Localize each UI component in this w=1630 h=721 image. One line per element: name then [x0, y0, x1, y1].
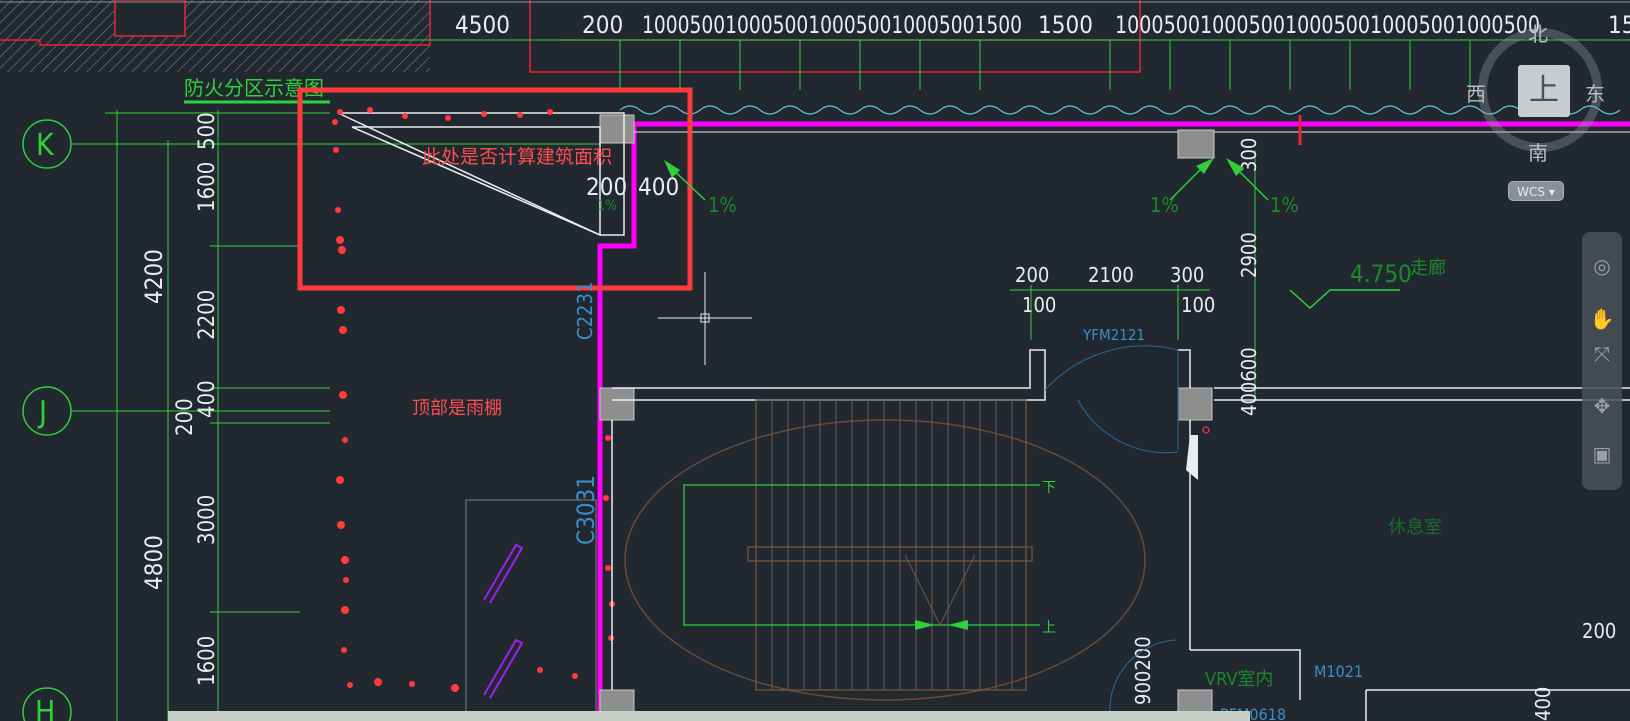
orbit-icon[interactable]: ✥	[1588, 392, 1616, 420]
slope-label-3: 1%	[1270, 193, 1299, 217]
dim-top-4500: 4500	[455, 11, 510, 39]
hatched-slab	[0, 0, 430, 72]
viewcube-east[interactable]: 东	[1585, 78, 1605, 107]
dim-200-b: 200	[1582, 619, 1616, 643]
showmotion-icon[interactable]: ▣	[1588, 440, 1616, 468]
dim-100-b: 100	[1181, 293, 1215, 317]
door-m1021: M1021	[1314, 662, 1363, 681]
left-dim-texts-outer: 4200 4800	[140, 249, 168, 590]
stair-down-label: 下	[1042, 480, 1056, 496]
axis-bubble-j	[22, 386, 72, 436]
canopy-outline	[337, 112, 625, 236]
dim-top-chain-1: 10005001000500100050010005001500	[642, 11, 1022, 39]
stair-up-label: 上	[1042, 620, 1056, 636]
dim-2100: 2100	[1088, 263, 1134, 287]
hatched-block	[114, 0, 186, 37]
svg-text:500: 500	[195, 112, 220, 150]
slope-label-1: 1%	[708, 193, 737, 217]
chevron-down-icon: ▾	[1548, 185, 1555, 199]
annotation-canopy: 顶部是雨棚	[412, 398, 502, 419]
dim-400-local: 400	[638, 173, 679, 201]
svg-text:4200: 4200	[140, 249, 168, 304]
svg-text:400: 400	[195, 380, 220, 418]
window-c2231: C2231	[573, 282, 597, 340]
svg-text:3000: 3000	[195, 495, 220, 545]
dim-300-a: 300	[1170, 263, 1204, 287]
canopy-inner	[351, 126, 601, 237]
dim-top-200: 200	[582, 11, 623, 39]
svg-text:1600: 1600	[195, 162, 220, 212]
viewcube-top-face[interactable]: 上	[1518, 65, 1570, 117]
axis-label-k: K	[36, 128, 55, 163]
dim-400-b: 400	[1531, 687, 1555, 721]
elevation-value: 4.750	[1350, 260, 1412, 288]
dim-2900: 2900	[1237, 232, 1261, 278]
door-swing-1	[1044, 345, 1179, 391]
axis-label-j: J	[37, 395, 47, 430]
left-dim-texts-inner: 500 1600 2200 400 200 3000 1600	[173, 112, 220, 686]
slope-label-4: 1%	[597, 198, 617, 214]
steering-wheel-icon[interactable]: ◎	[1588, 252, 1616, 280]
wcs-dropdown[interactable]: WCS ▾	[1508, 181, 1564, 201]
fire-compartment-boundary	[597, 121, 1630, 721]
dim-200-a: 200	[1015, 263, 1049, 287]
dim-100-a: 100	[1022, 293, 1056, 317]
dim-top-15: 15	[1608, 11, 1630, 39]
slope-label-2: 1%	[1150, 193, 1179, 217]
cad-drawing-canvas[interactable]: 4500 200 1000500100050010005001000500150…	[0, 0, 1630, 721]
dim-200-local: 200	[586, 173, 627, 201]
fire-hydrant-symbol	[1186, 435, 1198, 480]
room-corridor: 走廊	[1410, 258, 1446, 279]
wcs-label: WCS	[1517, 185, 1545, 199]
dim-top-1500: 1500	[1038, 11, 1093, 39]
canopy-wave-line	[619, 105, 1621, 115]
room-rest: 休息室	[1388, 517, 1442, 538]
zoom-extents-icon[interactable]: ⤧	[1588, 340, 1616, 368]
svg-text:4800: 4800	[140, 535, 168, 590]
svg-text:2200: 2200	[195, 290, 220, 340]
annotation-question: 此处是否计算建筑面积	[422, 146, 612, 168]
axis-label-h: H	[35, 695, 55, 721]
viewcube-north[interactable]: 北	[1528, 18, 1548, 47]
walls	[611, 349, 1630, 721]
equipment-vrv: VRV室内	[1205, 669, 1273, 690]
window-c3031: C3031	[572, 475, 600, 545]
small-red-circle	[1202, 426, 1210, 434]
dim-900200: 900200	[1131, 636, 1155, 705]
dim-400600: 400600	[1237, 347, 1261, 416]
pan-icon[interactable]: ✋	[1588, 305, 1616, 333]
svg-text:1600: 1600	[195, 636, 220, 686]
green-ticks-top	[619, 40, 1471, 90]
viewcube-west[interactable]: 西	[1466, 78, 1486, 107]
command-line-strip[interactable]	[168, 711, 1250, 721]
door-yfm2121: YFM2121	[1082, 326, 1145, 344]
purple-marks	[483, 543, 524, 699]
dim-top-chain-2: 10005001000500100050010005001000500	[1115, 11, 1540, 39]
elevation-symbol	[1289, 289, 1400, 310]
door-swing-2	[1077, 399, 1179, 454]
stair	[624, 399, 1146, 701]
viewcube-south[interactable]: 南	[1528, 137, 1548, 166]
svg-text:200: 200	[173, 398, 198, 436]
